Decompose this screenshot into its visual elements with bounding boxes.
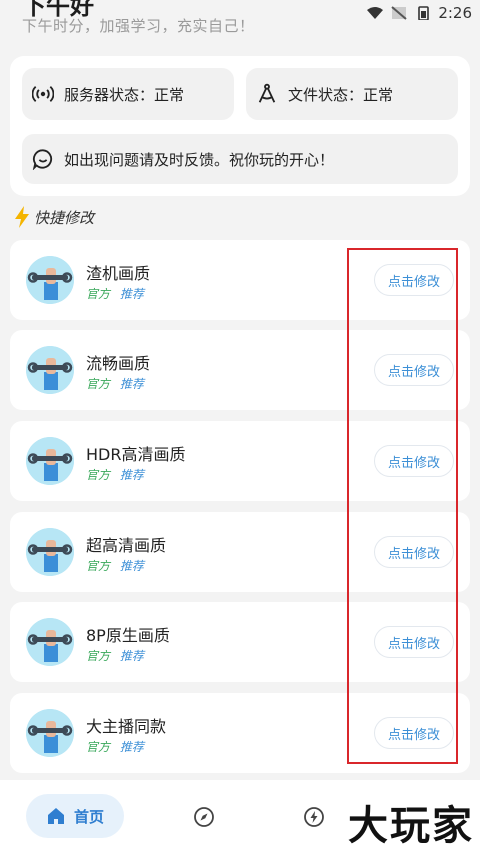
nav-home-label: 首页: [73, 807, 104, 826]
wifi-icon: [367, 7, 384, 19]
item-tags: 官方 推荐: [86, 466, 144, 483]
section-title-text: 快捷修改: [34, 208, 95, 227]
chat-icon: [32, 149, 53, 170]
home-icon: [47, 808, 64, 824]
server-status-pill: 服务器状态：正常: [22, 68, 234, 120]
item-tags: 官方 推荐: [86, 375, 144, 392]
greeting-subtitle: 下午时分，加强学习，充实自己！: [22, 17, 255, 35]
item-tags: 官方 推荐: [86, 647, 144, 664]
tag-official: 官方: [86, 468, 111, 482]
clock: 2:26: [438, 4, 472, 22]
compass-icon[interactable]: [193, 806, 215, 828]
tag-recommend: 推荐: [119, 559, 144, 573]
feedback-text: 如出现问题请及时反馈。祝你玩的开心！: [64, 150, 335, 169]
tag-recommend: 推荐: [119, 287, 144, 301]
item-tags: 官方 推荐: [86, 738, 144, 755]
tag-recommend: 推荐: [119, 740, 144, 754]
wrench-avatar-icon: [26, 709, 74, 757]
item-tags: 官方 推荐: [86, 557, 144, 574]
item-tags: 官方 推荐: [86, 285, 144, 302]
tag-official: 官方: [86, 649, 111, 663]
quick-edit-title: 快捷修改: [14, 206, 94, 228]
broadcast-icon: [32, 86, 54, 102]
feedback-pill[interactable]: 如出现问题请及时反馈。祝你玩的开心！: [22, 134, 458, 184]
file-status-text: 文件状态：正常: [288, 85, 394, 104]
item-title: 8P原生画质: [86, 626, 170, 645]
wrench-avatar-icon: [26, 346, 74, 394]
tag-recommend: 推荐: [119, 649, 144, 663]
status-bar: 2:26: [366, 4, 472, 22]
item-title: 流畅画质: [86, 354, 151, 373]
tag-official: 官方: [86, 377, 111, 391]
server-status-text: 服务器状态：正常: [64, 85, 185, 104]
item-title: 渣机画质: [86, 264, 151, 283]
battery-icon: [418, 6, 430, 20]
wrench-avatar-icon: [26, 618, 74, 666]
tag-official: 官方: [86, 287, 111, 301]
lightning-nav-icon[interactable]: [303, 806, 325, 828]
wrench-avatar-icon: [26, 528, 74, 576]
item-title: HDR高清画质: [86, 445, 186, 464]
nav-home[interactable]: 首页: [26, 794, 124, 838]
tag-official: 官方: [86, 740, 111, 754]
tag-recommend: 推荐: [119, 377, 144, 391]
wrench-avatar-icon: [26, 437, 74, 485]
signal-icon: [391, 6, 407, 20]
compass-drafting-icon: [258, 83, 276, 103]
file-status-pill: 文件状态：正常: [246, 68, 458, 120]
wrench-avatar-icon: [26, 256, 74, 304]
watermark-logo: 大玩家: [348, 802, 474, 849]
item-title: 大主播同款: [86, 717, 167, 736]
tag-official: 官方: [86, 559, 111, 573]
status-card: 服务器状态：正常 文件状态：正常 如出现问题请及时反馈。祝你玩的开心！: [10, 56, 470, 196]
tag-recommend: 推荐: [119, 468, 144, 482]
highlight-box: [347, 248, 458, 764]
lightning-icon: [15, 206, 29, 228]
item-title: 超高清画质: [86, 536, 167, 555]
